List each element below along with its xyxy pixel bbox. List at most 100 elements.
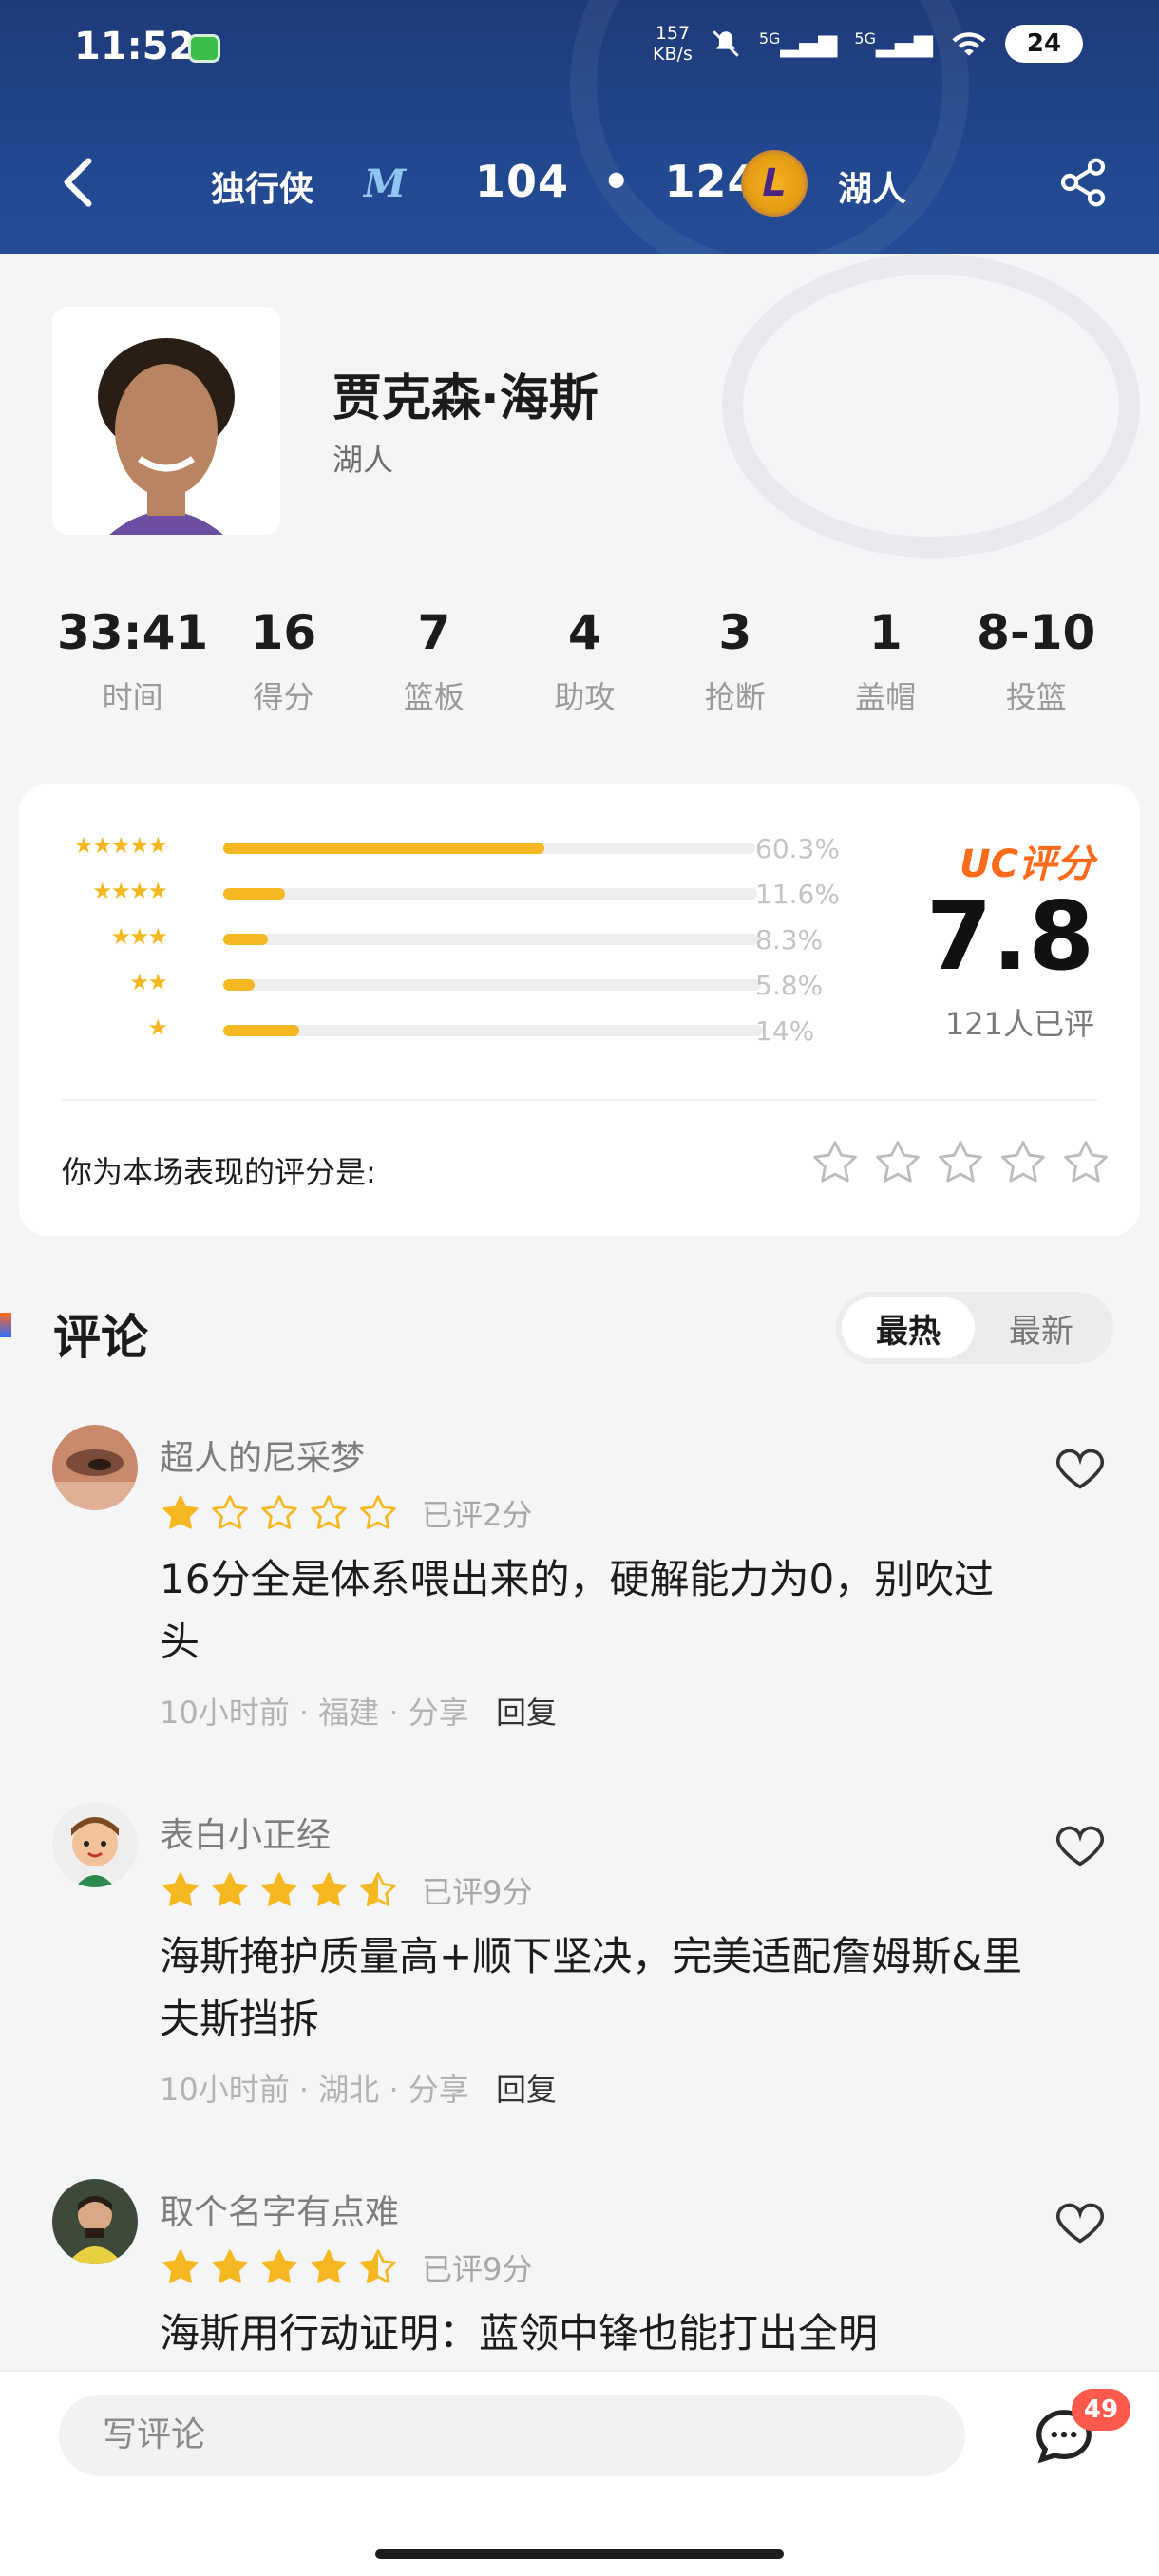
stat-item: 4 助攻 [509, 605, 659, 748]
star-icon [162, 2249, 199, 2283]
star-icon [261, 1495, 297, 1529]
star-icon [212, 1872, 248, 1906]
back-button[interactable] [59, 156, 97, 218]
comment-rating: 已评9分 [160, 2245, 532, 2289]
comment-username[interactable]: 超人的尼采梦 [160, 1430, 365, 1480]
comment-text[interactable]: 海斯掩护质量高+顺下坚决，完美适配詹姆斯&里夫斯挡拆 [160, 1925, 1034, 2051]
comment-count-badge: 49 [1072, 2389, 1130, 2431]
avatar[interactable] [52, 1425, 138, 1510]
comment-item: 取个名字有点难 已评9分 海斯用行动证明：蓝领中锋也能打出全明 [0, 2179, 1159, 2369]
star-level: ★★★ [110, 923, 168, 950]
rating-bar-track [223, 888, 757, 900]
comment-rating: 已评9分 [160, 1868, 532, 1912]
rating-bar-fill [223, 1025, 299, 1036]
comments-title: 评论 [53, 1310, 148, 1365]
home-indicator[interactable] [375, 2549, 784, 2559]
sort-new-button[interactable]: 最新 [975, 1297, 1108, 1358]
comment-username[interactable]: 取个名字有点难 [160, 2185, 399, 2234]
rating-count: 121人已评 [944, 1006, 1094, 1042]
home-team-name[interactable]: 独行侠 [211, 161, 314, 211]
comment-meta: 10小时前 · 福建 · 分享 回复 [160, 1695, 557, 1731]
chevron-left-icon [64, 158, 92, 207]
comment-item: 表白小正经 已评9分 海斯掩护质量高+顺下坚决，完美适配詹姆斯&里夫斯挡拆 10… [0, 1802, 1159, 2125]
player-photo [52, 307, 280, 535]
reply-button[interactable]: 回复 [496, 1695, 557, 1731]
net-speed: 157 KB/s [653, 23, 693, 65]
stat-item: 1 盖帽 [810, 605, 960, 748]
rate-stars [809, 1137, 1112, 1188]
rating-percent: 60.3% [755, 833, 840, 864]
rating-bar-fill [223, 979, 255, 991]
rate-star-icon[interactable] [998, 1137, 1049, 1188]
signal-icon: 5G▂▄▆ [758, 29, 838, 58]
comment-item: 超人的尼采梦 已评2分 16分全是体系喂出来的，硬解能力为0，别吹过头 10小时… [0, 1425, 1159, 1748]
rate-star-icon[interactable] [872, 1137, 923, 1188]
stat-value: 7 [417, 605, 451, 660]
star-icon [311, 1872, 347, 1906]
rating-distribution: ★★★★★ 60.3% ★★★★ 11.6% ★★★ 8.3% ★★ 5.8% ★ 14% [62, 826, 850, 1054]
stat-label: 得分 [253, 679, 314, 715]
header: 11:52 157 KB/s 5G▂▄▆ 5G▂▄▆ 24 独行侠 M 104 … [0, 0, 1159, 254]
comment-username[interactable]: 表白小正经 [160, 1808, 331, 1857]
comment-text[interactable]: 海斯用行动证明：蓝领中锋也能打出全明 [160, 2302, 1034, 2365]
star-icon [360, 2249, 396, 2283]
rate-star-icon[interactable] [935, 1137, 986, 1188]
rating-bar-track [223, 843, 755, 854]
stat-label: 篮板 [403, 679, 465, 715]
like-heart-icon[interactable] [1054, 1444, 1107, 1491]
bottom-bar: 写评论 49 [0, 2370, 1159, 2576]
mavericks-logo[interactable]: M [352, 150, 418, 217]
stat-label: 盖帽 [855, 679, 917, 715]
app-notification-icon [188, 34, 220, 63]
player-team[interactable]: 湖人 [332, 436, 393, 480]
wifi-icon [952, 32, 986, 56]
like-heart-icon[interactable] [1054, 1821, 1107, 1868]
signal-icon-2: 5G▂▄▆ [854, 29, 933, 58]
rating-percent: 11.6% [755, 879, 840, 910]
rating-bar-row: ★★ 5.8% [62, 963, 850, 1009]
player-name: 贾克森·海斯 [332, 370, 598, 427]
comments-header: 评论 最热 最新 [0, 1292, 1159, 1368]
avatar[interactable] [52, 2179, 138, 2264]
like-heart-icon[interactable] [1054, 2198, 1107, 2245]
rate-star-icon[interactable] [809, 1137, 861, 1188]
stat-label: 助攻 [554, 679, 616, 715]
star-level: ★★ [128, 969, 168, 995]
stat-value: 1 [868, 605, 902, 660]
rating-bar-row: ★★★★★ 60.3% [62, 826, 850, 872]
share-link[interactable]: 分享 [408, 1695, 469, 1731]
divider [62, 1099, 1097, 1101]
avatar[interactable] [52, 1802, 138, 1887]
star-icon [311, 2249, 347, 2283]
stat-value: 3 [718, 605, 752, 660]
share-link[interactable]: 分享 [408, 2072, 469, 2108]
stat-value: 33:41 [57, 605, 209, 660]
sort-hot-button[interactable]: 最热 [842, 1297, 975, 1358]
lakers-watermark [722, 254, 1140, 558]
player-card: 贾克森·海斯 湖人 33:41 时间 16 得分 7 篮板 4 助攻 3 抢断 1 盖帽 8-10 投篮 [0, 254, 1159, 786]
stat-value: 16 [250, 605, 317, 660]
away-team-name[interactable]: 湖人 [838, 161, 906, 211]
rating-bar-track [223, 934, 759, 945]
reply-button[interactable]: 回复 [496, 2072, 557, 2108]
star-icon [261, 1872, 297, 1906]
stat-item: 7 篮板 [359, 605, 509, 748]
star-icon [162, 1495, 199, 1529]
lakers-logo[interactable]: L [741, 150, 808, 217]
rating-bar-fill [223, 888, 286, 900]
match-score: 104 • 124 [475, 156, 759, 207]
rating-bar-row: ★★★★ 11.6% [62, 872, 850, 918]
match-nav: 独行侠 M 104 • 124 L 湖人 [0, 133, 1159, 228]
write-comment-input[interactable]: 写评论 [59, 2395, 965, 2476]
rating-bar-row: ★★★ 8.3% [62, 918, 850, 963]
comment-sort-toggle: 最热 最新 [836, 1292, 1113, 1364]
rate-star-icon[interactable] [1060, 1137, 1112, 1188]
mute-icon [712, 30, 739, 57]
stat-item: 3 抢断 [660, 605, 810, 748]
share-icon [1060, 158, 1106, 207]
rating-bar-fill [223, 843, 544, 854]
status-time: 11:52 [74, 25, 196, 68]
star-icon [360, 1872, 396, 1906]
share-button[interactable] [1056, 156, 1110, 209]
comment-text[interactable]: 16分全是体系喂出来的，硬解能力为0，别吹过头 [160, 1548, 1034, 1674]
